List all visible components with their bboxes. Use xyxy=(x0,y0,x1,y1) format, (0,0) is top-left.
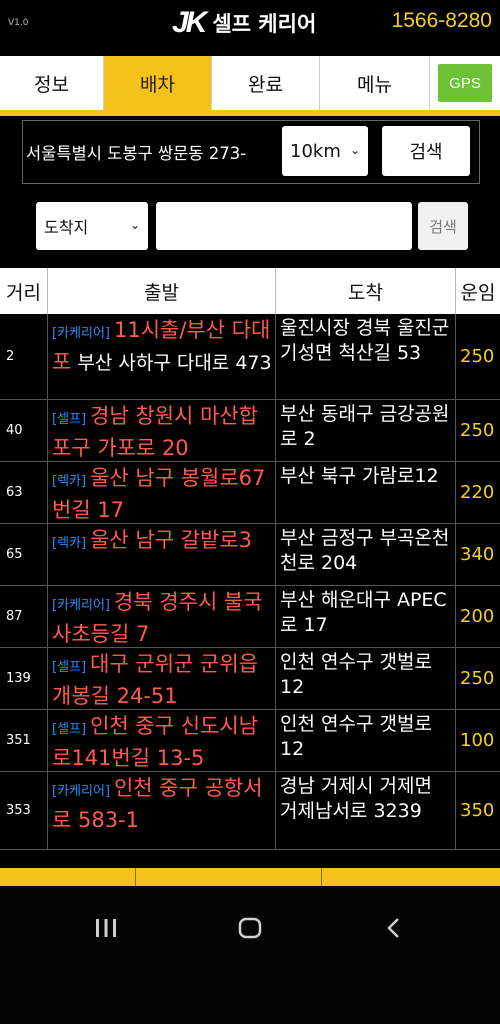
row-start: [카케리어] 11시출/부산 다대포 부산 사하구 다대로 473 xyxy=(48,314,276,399)
row-distance: 65 xyxy=(0,524,48,585)
chevron-down-icon: ⌄ xyxy=(129,218,140,232)
bottom-bar-segment xyxy=(136,868,322,886)
row-tag: [렉카] xyxy=(52,536,87,551)
row-destination: 부산 해운대구 APEC로 17 xyxy=(276,586,456,647)
row-start: [카케리어] 경북 경주시 불국사초등길 7 xyxy=(48,586,276,647)
order-list: 2 [카케리어] 11시출/부산 다대포 부산 사하구 다대로 473 울진시장 … xyxy=(0,314,500,850)
home-icon[interactable] xyxy=(238,916,262,947)
table-row[interactable]: 351 [셀프] 인천 중구 신도시남로141번길 13-5 인천 연수구 갯벌로… xyxy=(0,710,500,772)
row-distance: 63 xyxy=(0,462,48,523)
header-fee[interactable]: 운임 xyxy=(456,268,500,314)
row-fee: 250 xyxy=(460,668,495,689)
phone-number[interactable]: 1566-8280 xyxy=(392,9,492,33)
row-distance: 87 xyxy=(0,586,48,647)
table-row[interactable]: 63 [렉카] 울산 남구 봉월로67번길 17 부산 북구 가람로12 220 xyxy=(0,462,500,524)
table-row[interactable]: 40 [셀프] 경남 창원시 마산합포구 가포로 20 부산 동래구 금강공원로 … xyxy=(0,400,500,462)
row-start: [렉카] 울산 남구 갈밭로3 xyxy=(48,524,276,585)
row-tag: [셀프] xyxy=(52,722,87,737)
table-row[interactable]: 65 [렉카] 울산 남구 갈밭로3 부산 금정구 부곡온천천로 204 340 xyxy=(0,524,500,586)
distance-value: 10km xyxy=(290,140,341,162)
row-fee: 340 xyxy=(460,544,495,565)
destination-input[interactable] xyxy=(156,202,412,250)
row-destination: 부산 북구 가람로12 xyxy=(276,462,456,523)
destination-search-button[interactable]: 검색 xyxy=(418,202,468,250)
table-row[interactable]: 87 [카케리어] 경북 경주시 불국사초등길 7 부산 해운대구 APEC로 1… xyxy=(0,586,500,648)
row-fee: 250 xyxy=(460,420,495,441)
row-start: [셀프] 경남 창원시 마산합포구 가포로 20 xyxy=(48,400,276,461)
logo: JK 셀프 케리어 xyxy=(172,6,316,40)
app-header: V1.0 JK 셀프 케리어 1566-8280 xyxy=(0,0,500,48)
bottom-bar-segment xyxy=(322,868,500,886)
header-start[interactable]: 출발 xyxy=(48,268,276,314)
recent-apps-icon[interactable] xyxy=(94,916,118,946)
tab-menu[interactable]: 메뉴 xyxy=(320,56,430,110)
row-distance: 353 xyxy=(0,772,48,849)
logo-text: 셀프 케리어 xyxy=(212,12,317,36)
header-distance[interactable]: 거리 xyxy=(0,268,48,314)
row-distance: 2 xyxy=(0,314,48,399)
row-fee: 250 xyxy=(460,346,495,367)
row-tag: [셀프] xyxy=(52,412,87,427)
row-start: [셀프] 인천 중구 신도시남로141번길 13-5 xyxy=(48,710,276,771)
version-label: V1.0 xyxy=(8,18,29,28)
row-tag: [카케리어] xyxy=(52,784,110,799)
row-destination: 부산 금정구 부곡온천천로 204 xyxy=(276,524,456,585)
bottom-bar-segment xyxy=(0,868,136,886)
row-start-main: 울산 남구 갈밭로3 xyxy=(90,528,253,552)
row-distance: 139 xyxy=(0,648,48,709)
table-header: 거리 출발 도착 운임 xyxy=(0,268,500,314)
destination-select[interactable]: 도착지 ⌄ xyxy=(36,202,148,250)
row-tag: [셀프] xyxy=(52,660,87,675)
row-start: [카케리어] 인천 중구 공항서로 583-1 xyxy=(48,772,276,849)
tab-complete[interactable]: 완료 xyxy=(212,56,320,110)
table-row[interactable]: 2 [카케리어] 11시출/부산 다대포 부산 사하구 다대로 473 울진시장 … xyxy=(0,314,500,400)
distance-select[interactable]: 10km ⌄ xyxy=(282,126,368,176)
row-destination: 부산 동래구 금강공원로 2 xyxy=(276,400,456,461)
tab-dispatch[interactable]: 배차 xyxy=(104,56,212,110)
row-start: [렉카] 울산 남구 봉월로67번길 17 xyxy=(48,462,276,523)
tab-label: 배차 xyxy=(140,73,175,96)
row-destination: 인천 연수구 갯벌로 12 xyxy=(276,710,456,771)
row-fee: 200 xyxy=(460,606,495,627)
back-icon[interactable] xyxy=(384,916,402,947)
row-destination: 경남 거제시 거제면 거제남서로 3239 xyxy=(276,772,456,849)
row-fee: 350 xyxy=(460,800,495,821)
row-fee: 220 xyxy=(460,482,495,503)
table-row[interactable]: 139 [셀프] 대구 군위군 군위읍 개봉길 24-51 인천 연수구 갯벌로 … xyxy=(0,648,500,710)
row-tag: [카케리어] xyxy=(52,598,110,613)
logo-mark: JK xyxy=(172,6,207,39)
row-tag: [카케리어] xyxy=(52,326,110,341)
row-distance: 40 xyxy=(0,400,48,461)
tab-underline xyxy=(0,110,500,116)
gps-button[interactable]: GPS xyxy=(438,64,492,102)
row-destination: 인천 연수구 갯벌로 12 xyxy=(276,648,456,709)
row-start: [셀프] 대구 군위군 군위읍 개봉길 24-51 xyxy=(48,648,276,709)
tab-bar: 정보 배차 완료 메뉴 GPS xyxy=(0,56,500,110)
row-distance: 351 xyxy=(0,710,48,771)
row-fee: 100 xyxy=(460,730,495,751)
row-tag: [렉카] xyxy=(52,474,87,489)
header-destination[interactable]: 도착 xyxy=(276,268,456,314)
current-address: 서울특별시 도봉구 쌍문동 273- xyxy=(26,144,247,163)
row-start-sub: 부산 사하구 다대로 473 xyxy=(71,352,272,374)
search-button[interactable]: 검색 xyxy=(382,126,470,176)
table-row[interactable]: 353 [카케리어] 인천 중구 공항서로 583-1 경남 거제시 거제면 거제… xyxy=(0,772,500,850)
chevron-down-icon: ⌄ xyxy=(349,143,360,157)
tab-info[interactable]: 정보 xyxy=(0,56,104,110)
tab-label: 메뉴 xyxy=(357,73,392,96)
tab-label: 정보 xyxy=(34,73,69,96)
bottom-yellow-bar xyxy=(0,868,500,886)
system-nav-bar xyxy=(0,886,500,1024)
destination-select-value: 도착지 xyxy=(44,218,89,237)
tab-label: 완료 xyxy=(248,73,283,96)
row-destination: 울진시장 경북 울진군 기성면 척산길 53 xyxy=(276,314,456,399)
tab-gps: GPS xyxy=(430,56,500,110)
